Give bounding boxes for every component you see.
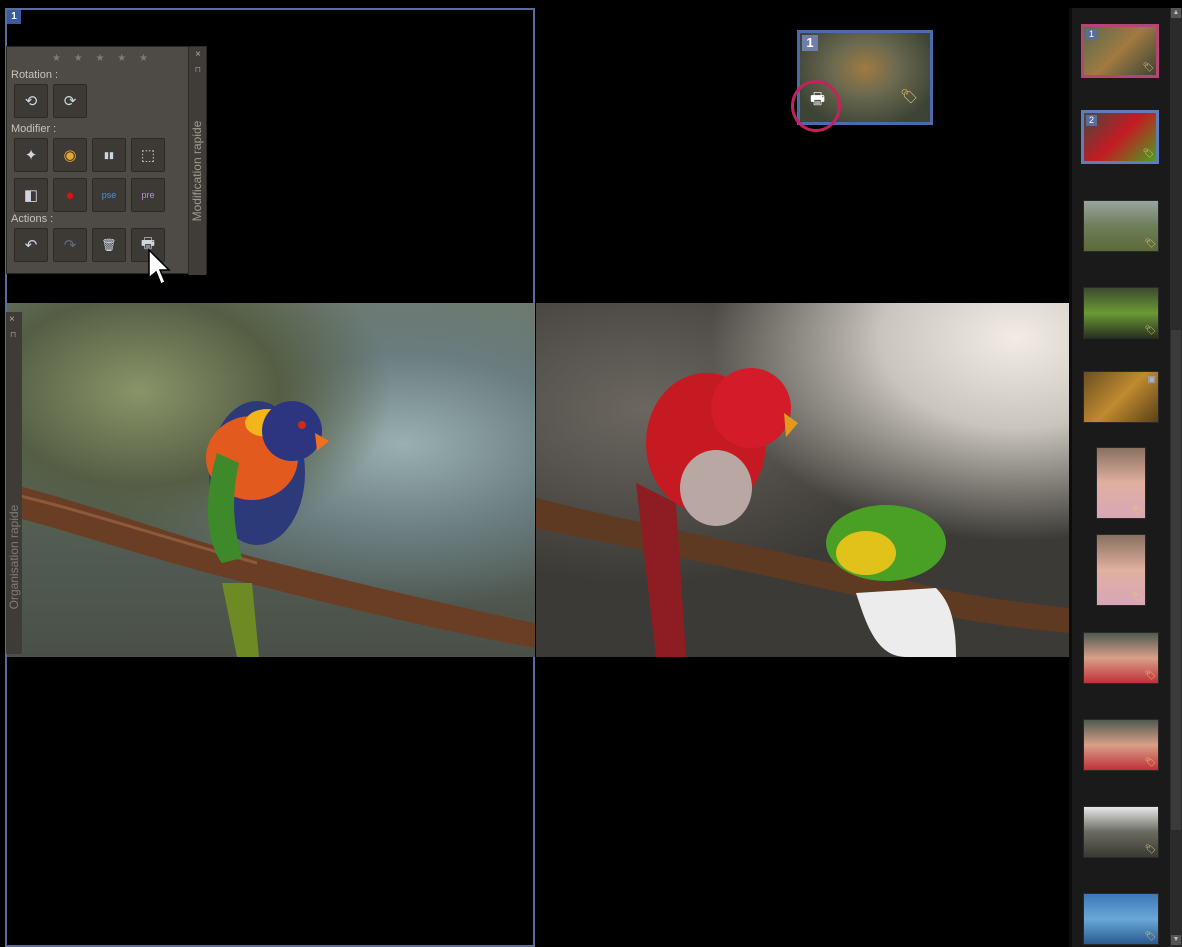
lorikeet-photo[interactable] xyxy=(7,303,535,657)
smart-fix-icon: ✦ xyxy=(24,147,38,164)
redo-button[interactable]: ↷ xyxy=(53,228,87,262)
color-button[interactable]: ◉ xyxy=(53,138,87,172)
highlight-circle xyxy=(791,80,841,132)
quick-organize-panel-title: Organisation rapide xyxy=(7,504,21,610)
film-thumb-7[interactable]: 🏷 xyxy=(1096,534,1146,606)
quick-edit-panel-title: Modification rapide xyxy=(190,120,204,222)
film-thumb-4[interactable]: 🏷 xyxy=(1083,287,1159,339)
redo-icon: ↷ xyxy=(63,237,77,254)
histogram-icon: ▮▮ xyxy=(104,149,114,160)
edit-pse-button[interactable]: pse xyxy=(92,178,126,212)
rotate-right-button[interactable]: ⟳ xyxy=(53,84,87,118)
mouse-cursor-icon xyxy=(148,248,171,286)
tag-icon: 🏷 xyxy=(1144,325,1156,335)
red-eye-icon: ● xyxy=(65,186,75,204)
modify-label: Modifier : xyxy=(11,123,57,135)
delete-button[interactable]: 🗑 xyxy=(92,228,126,262)
tag-icon: 🏷 xyxy=(900,88,918,104)
smart-fix-button[interactable]: ✦ xyxy=(14,138,48,172)
rating-stars[interactable]: ★ ★ ★ ★ ★ xyxy=(52,53,153,64)
lory-photo[interactable] xyxy=(536,303,1069,657)
levels-button[interactable]: ▮▮ xyxy=(92,138,126,172)
undo-button[interactable]: ↶ xyxy=(14,228,48,262)
film-thumb-5[interactable]: ▣ xyxy=(1083,371,1159,423)
film-number-badge: 2 xyxy=(1086,115,1097,126)
film-thumb-3[interactable]: 🏷 xyxy=(1083,200,1159,252)
film-thumb-2[interactable]: 2 🏷 xyxy=(1081,110,1159,164)
rotation-label: Rotation : xyxy=(11,69,59,81)
tag-icon: 🏷 xyxy=(1131,505,1143,515)
straighten-button[interactable]: ◧ xyxy=(14,178,48,212)
scroll-up-icon[interactable]: ▲ xyxy=(1171,8,1181,18)
video-icon: ▣ xyxy=(1147,374,1156,384)
trash-icon: 🗑 xyxy=(101,238,117,252)
lorikeet-illustration xyxy=(7,401,535,657)
rotate-left-button[interactable]: ⟲ xyxy=(14,84,48,118)
tag-icon: 🏷 xyxy=(1144,844,1156,854)
color-wheel-icon: ◉ xyxy=(63,147,77,164)
tag-icon: 🏷 xyxy=(1142,148,1154,158)
rotate-right-icon: ⟳ xyxy=(63,93,77,110)
pin-icon[interactable]: ⊓ xyxy=(10,330,16,339)
rotate-left-icon: ⟲ xyxy=(24,93,38,110)
film-thumb-8[interactable]: 🏷 xyxy=(1083,632,1159,684)
straighten-icon: ◧ xyxy=(23,187,39,204)
film-thumb-6[interactable]: 🏷 xyxy=(1096,447,1146,519)
film-number-badge: 1 xyxy=(1086,29,1097,40)
scrollbar-thumb[interactable] xyxy=(1171,330,1181,830)
edit-pre-button[interactable]: pre xyxy=(131,178,165,212)
film-thumb-11[interactable]: 🏷 xyxy=(1083,893,1159,945)
quick-organize-panel[interactable]: × ⊓ Organisation rapide xyxy=(6,312,22,654)
tag-icon: 🏷 xyxy=(1131,592,1143,602)
close-icon[interactable]: × xyxy=(195,49,201,60)
quick-edit-panel: ★ ★ ★ ★ ★ Rotation : ⟲ ⟳ Modifier : ✦ ◉ … xyxy=(6,46,207,275)
tag-icon: 🏷 xyxy=(1144,238,1156,248)
pre-icon: pre xyxy=(141,190,155,200)
lory-illustration xyxy=(536,368,1069,657)
actions-label: Actions : xyxy=(11,213,54,225)
scroll-down-icon[interactable]: ▼ xyxy=(1171,935,1181,945)
right-photo-pane[interactable] xyxy=(536,8,1069,947)
tag-icon: 🏷 xyxy=(1144,757,1156,767)
film-thumb-1[interactable]: 1 🏷 xyxy=(1081,24,1159,78)
pse-icon: pse xyxy=(101,190,117,200)
red-eye-button[interactable]: ● xyxy=(53,178,87,212)
film-thumb-10[interactable]: 🏷 xyxy=(1083,806,1159,858)
close-icon[interactable]: × xyxy=(9,314,15,325)
crop-button[interactable]: ⬚ xyxy=(131,138,165,172)
tag-icon: 🏷 xyxy=(1144,931,1156,941)
tag-icon: 🏷 xyxy=(1142,62,1154,72)
undo-icon: ↶ xyxy=(24,237,38,254)
crop-icon: ⬚ xyxy=(140,147,156,164)
photo-editor-window: 1 ★ ★ ★ ★ ★ Rotation: ⟲ ⟳ Modifier: ✦ … xyxy=(0,0,1182,947)
navigator-number-badge: 1 xyxy=(802,35,818,51)
film-thumb-9[interactable]: 🏷 xyxy=(1083,719,1159,771)
pane-number-badge: 1 xyxy=(7,10,21,24)
tag-icon: 🏷 xyxy=(1144,670,1156,680)
